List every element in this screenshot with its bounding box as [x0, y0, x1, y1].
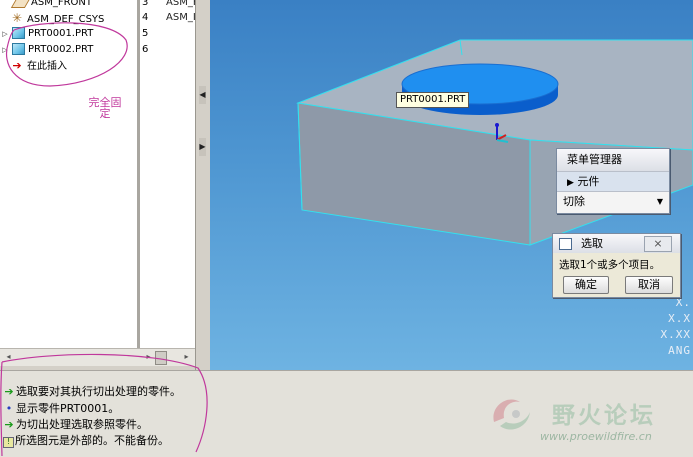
coordinate-readout: X. X.X X.XX ANG	[660, 296, 691, 357]
scroll-right-icon[interactable]: ▸	[142, 351, 155, 363]
message-row: • 显示零件PRT0001。	[3, 400, 119, 417]
handwritten-annotation: 完全固定	[88, 96, 122, 120]
message-row: ! 所选图元是外部的。不能备份。	[3, 432, 169, 449]
chevron-down-icon: ▼	[656, 197, 663, 206]
warning-icon: !	[3, 437, 14, 448]
insert-arrow-icon: ➔	[12, 59, 22, 72]
scroll-left-icon[interactable]: ◂	[2, 351, 15, 363]
scroll-right-icon[interactable]: ▸	[180, 351, 193, 363]
info-dot-icon: •	[5, 402, 13, 415]
expand-triangle-icon[interactable]: ▷	[0, 26, 10, 42]
tree-item-label: PRT0001.PRT	[28, 28, 94, 39]
tree-columns: 3ASM_F 4ASM_I 5 6	[140, 0, 195, 348]
tree-item-insert-here[interactable]: ➔ 在此插入	[0, 58, 67, 74]
tree-item-prt0002[interactable]: ▷ PRT0002.PRT	[0, 42, 93, 58]
column-row: 5	[142, 28, 149, 39]
cancel-button[interactable]: 取消	[625, 276, 673, 294]
column-row: 6	[142, 44, 149, 55]
tree-item-prt0001[interactable]: ▷ PRT0001.PRT	[0, 26, 93, 42]
part-icon	[12, 27, 25, 39]
part-icon	[12, 43, 25, 55]
close-icon[interactable]: ⨯	[644, 236, 672, 252]
menu-manager: 菜单管理器 ▶ 元件 切除 ▼	[556, 148, 670, 214]
scrollbar-thumb[interactable]	[155, 351, 167, 365]
tree-item-label: ASM_FRONT	[31, 0, 92, 8]
message-row: ➔ 选取要对其执行切出处理的零件。	[4, 385, 181, 398]
coordinate-system-icon: ✳	[11, 11, 23, 25]
datum-plane-icon	[10, 0, 32, 8]
expanded-arrow-icon: ▶	[567, 178, 574, 188]
dialog-titlebar[interactable]: 选取 ⨯	[553, 234, 680, 253]
prompt-arrow-icon: ➔	[4, 418, 14, 431]
expand-right-icon[interactable]: ▶	[199, 138, 206, 156]
tree-item-label: 在此插入	[27, 61, 67, 72]
menu-manager-title: 菜单管理器	[557, 149, 669, 172]
watermark: 野火论坛 www.proewildfire.cn	[480, 390, 693, 456]
cut-dropdown[interactable]: 切除 ▼	[557, 192, 669, 211]
tree-item-asm-def-csys[interactable]: ✳ ASM_DEF_CSYS	[0, 10, 104, 26]
column-row: 4 ASM_I	[142, 12, 195, 23]
ok-button[interactable]: 确定	[563, 276, 609, 294]
tree-item-label: PRT0002.PRT	[28, 44, 94, 55]
menu-item-component[interactable]: ▶ 元件	[557, 172, 669, 192]
panel-splitter[interactable]	[195, 0, 211, 370]
select-dialog: 选取 ⨯ 选取1个或多个项目。 确定 取消	[552, 233, 681, 298]
part-tooltip: PRT0001.PRT	[396, 92, 470, 108]
tree-item-label: ASM_DEF_CSYS	[27, 14, 105, 25]
select-prompt: 选取1个或多个项目。	[559, 259, 661, 271]
expand-triangle-icon[interactable]: ▷	[0, 42, 10, 58]
horizontal-scrollbar[interactable]: ◂ ▸ ▸	[0, 348, 195, 366]
watermark-logo-icon	[493, 399, 530, 430]
dialog-title: 选取	[581, 237, 603, 250]
window-icon	[559, 238, 572, 250]
model-tree: ASM_FRONT ✳ ASM_DEF_CSYS ▷ PRT0001.PRT ▷ PR…	[0, 0, 137, 348]
prompt-arrow-icon: ➔	[4, 385, 14, 398]
watermark-url: www.proewildfire.cn	[540, 430, 652, 443]
collapse-left-icon[interactable]: ◀	[199, 86, 206, 104]
message-row: ➔ 为切出处理选取参照零件。	[4, 418, 148, 431]
watermark-name: 野火论坛	[552, 403, 656, 429]
